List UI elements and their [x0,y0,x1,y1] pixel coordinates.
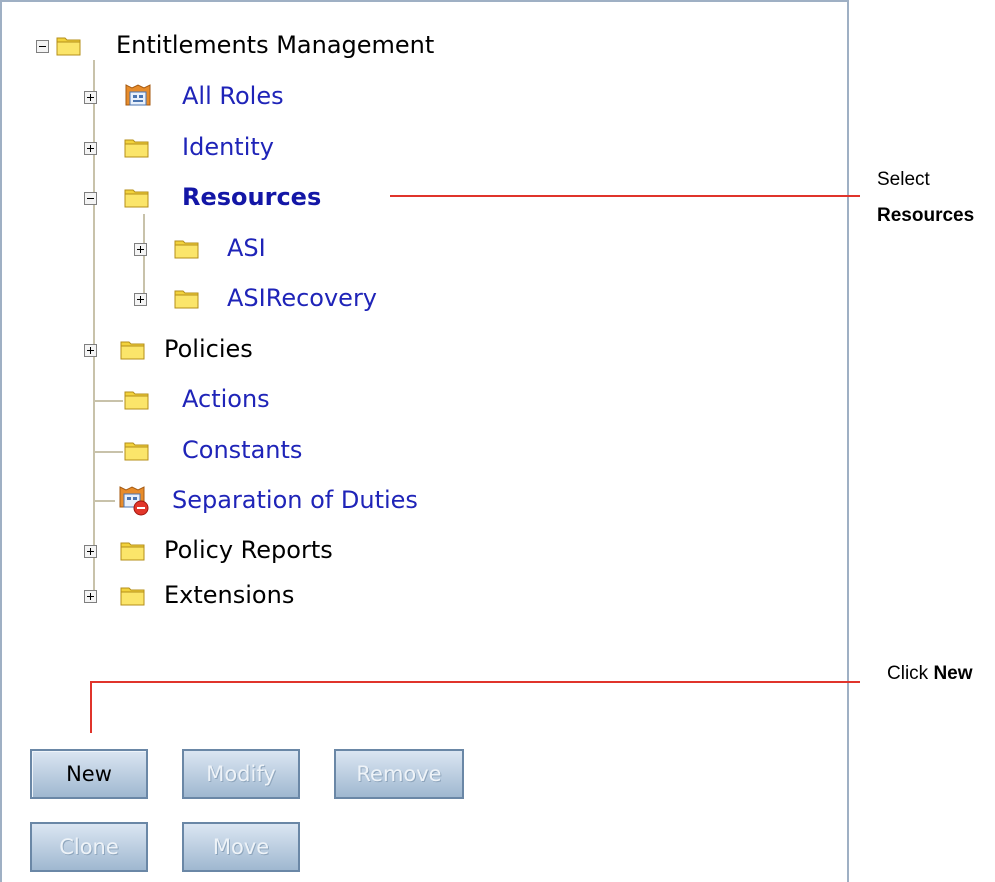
tree-label-constants[interactable]: Constants [182,435,302,465]
tree-node-asi-recovery[interactable]: ASIRecovery [134,279,394,319]
folder-icon [56,37,81,56]
remove-button[interactable]: Remove [334,749,464,799]
tree-label-entitlements-management: Entitlements Management [116,31,435,59]
callout-line-new [90,681,860,683]
tree-node-identity[interactable]: Identity [84,128,324,168]
expand-icon[interactable] [84,344,97,357]
tree-label-asi[interactable]: ASI [227,233,266,263]
folder-icon [174,290,199,309]
tree-node-extensions[interactable]: Extensions [84,576,344,616]
tree-node-all-roles[interactable]: All Roles [84,77,324,117]
folder-icon [120,341,145,360]
callout-click-new: Click New [887,656,973,692]
expand-icon[interactable] [134,293,147,306]
tree-node-policies[interactable]: Policies [84,330,324,370]
tree-node-entitlements-management[interactable]: Entitlements Management [36,26,516,66]
tree-node-constants[interactable]: Constants [84,431,344,471]
tree-label-extensions[interactable]: Extensions [164,580,294,610]
tree-node-policy-reports[interactable]: Policy Reports [84,531,384,571]
folder-icon [124,391,149,410]
folder-icon [124,442,149,461]
entitlements-tree: Entitlements Management All Roles Identi… [2,2,851,642]
callout-select-text: Select [877,169,930,190]
expand-icon[interactable] [84,590,97,603]
folder-icon [174,240,199,259]
move-button[interactable]: Move [182,822,300,872]
new-button[interactable]: New [30,749,148,799]
modify-button[interactable]: Modify [182,749,300,799]
tree-node-asi[interactable]: ASI [134,229,334,269]
tree-label-all-roles[interactable]: All Roles [182,81,284,111]
callout-click-text: Click [887,663,929,684]
separation-of-duties-icon [119,486,149,516]
callout-select-bold: Resources [877,205,975,226]
tree-label-asi-recovery[interactable]: ASIRecovery [227,283,377,313]
tree-label-separation-of-duties[interactable]: Separation of Duties [172,485,418,515]
folder-icon [120,542,145,561]
tree-node-resources[interactable]: Resources [84,178,374,218]
tree-label-policy-reports[interactable]: Policy Reports [164,535,333,565]
collapse-icon[interactable] [84,192,97,205]
tree-label-actions[interactable]: Actions [182,384,270,414]
tree-label-identity[interactable]: Identity [182,132,274,162]
expand-icon[interactable] [84,142,97,155]
callout-select-resources: Select Resources [877,162,974,234]
callout-line-new-vertical [90,681,92,733]
folder-icon [124,139,149,158]
callout-line-resources [390,195,860,197]
roles-icon [125,84,151,106]
expand-icon[interactable] [134,243,147,256]
collapse-icon[interactable] [36,40,49,53]
folder-icon [120,587,145,606]
expand-icon[interactable] [84,91,97,104]
folder-icon [124,189,149,208]
tree-node-separation-of-duties[interactable]: Separation of Duties [84,481,504,521]
clone-button[interactable]: Clone [30,822,148,872]
entitlements-panel: Entitlements Management All Roles Identi… [0,0,849,882]
callout-click-bold: New [933,663,973,684]
tree-label-resources[interactable]: Resources [182,182,321,212]
expand-icon[interactable] [84,545,97,558]
tree-label-policies[interactable]: Policies [164,334,253,364]
tree-node-actions[interactable]: Actions [84,380,324,420]
